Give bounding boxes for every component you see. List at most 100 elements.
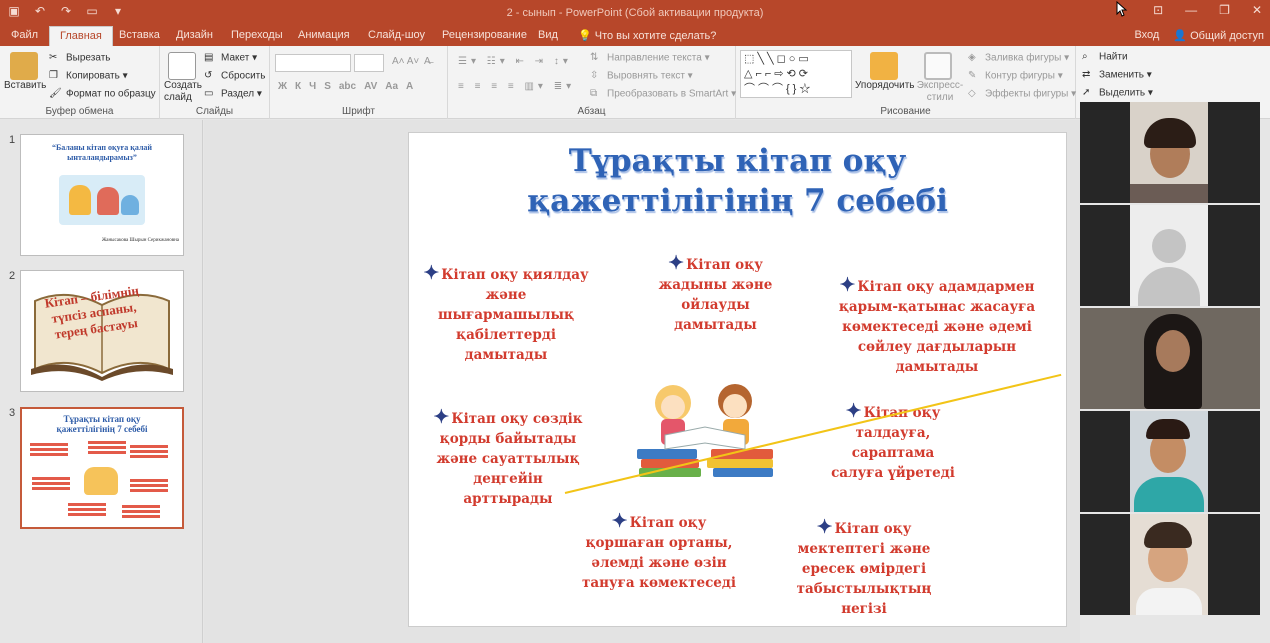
tab-transitions[interactable]: Переходы [231, 29, 283, 41]
group-label-drawing: Рисование [880, 106, 931, 117]
text-direction-button[interactable]: ⇅ Направление текста ▾ [590, 52, 710, 64]
shape-outline-button[interactable]: ✎ Контур фигуры ▾ [968, 70, 1063, 82]
shape-fill-button[interactable]: ◈ Заливка фигуры ▾ [968, 52, 1069, 64]
reason-communication[interactable]: ✦ Кітап оқу адамдармен қарым-қатынас жаса… [833, 275, 1041, 377]
bold-button[interactable]: Ж [278, 81, 287, 92]
layout-button[interactable]: ▤ Макет ▾ [204, 52, 257, 64]
font-size-input[interactable] [354, 54, 384, 72]
thumbnail-reason-line [88, 441, 126, 444]
tab-home[interactable]: Главная [49, 26, 113, 46]
close-icon[interactable]: ✕ [1252, 3, 1262, 17]
find-button[interactable]: ⌕ Найти [1082, 51, 1128, 63]
slide-thumbnails-pane: 1 “Баланы кітап оқуға қалай ынталандырам… [0, 120, 203, 643]
change-case-button[interactable]: Aa [385, 81, 398, 92]
tab-review[interactable]: Рецензирование [442, 29, 527, 41]
tab-file[interactable]: Файл [11, 29, 38, 41]
slide-title[interactable]: Тұрақты кітап оқу қажеттілігінің 7 себеб… [409, 141, 1066, 221]
smartart-icon: ⧉ [590, 88, 598, 99]
group-label-slides: Слайды [195, 106, 234, 117]
mouse-cursor-icon [1116, 1, 1128, 17]
scissors-icon: ✂ [49, 52, 58, 63]
align-buttons[interactable]: ≡ ≡ ≡ ≡ ▥▾ ≣▾ [458, 81, 575, 92]
ribbon-tabs: Файл Главная Вставка Дизайн Переходы Ани… [0, 26, 1270, 46]
thumbnail-reason-line [122, 505, 160, 508]
thumbnail-reason-line [68, 503, 106, 506]
star-bullet-icon: ✦ [433, 406, 450, 428]
share-button[interactable]: 👤 Общий доступ [1173, 29, 1264, 42]
quick-styles-icon [924, 52, 952, 80]
tab-slideshow[interactable]: Слайд-шоу [368, 29, 425, 41]
format-painter-button[interactable]: 🖌 Формат по образцу [49, 88, 156, 100]
paint-bucket-icon: ◈ [968, 52, 976, 63]
reset-button[interactable]: ↺ Сбросить [204, 70, 265, 82]
underline-button[interactable]: Ч [309, 81, 316, 92]
reason-memory[interactable]: ✦ Кітап оқу жадыны және ойлауды дамытады [653, 253, 778, 335]
star-bullet-icon: ✦ [611, 510, 628, 532]
signin-link[interactable]: Вход [1134, 29, 1159, 42]
section-icon: ▭ [204, 88, 214, 99]
reset-icon: ↺ [204, 70, 213, 81]
align-text-icon: ⇳ [590, 70, 599, 81]
reason-success[interactable]: ✦ Кітап оқу мектептегі және ересек өмірде… [793, 517, 935, 619]
reason-imagination[interactable]: ✦ Кітап оқу қиялдау және шығармашылық қаб… [421, 263, 591, 365]
participant-video[interactable] [1080, 205, 1260, 306]
participant-video[interactable] [1080, 514, 1260, 615]
shadow-button[interactable]: S [324, 81, 331, 92]
clear-formatting-icon[interactable]: A̶ [424, 56, 431, 67]
select-button[interactable]: ➚ Выделить ▾ [1082, 87, 1153, 99]
arrange-icon [870, 52, 898, 80]
slide-title-line: Тұрақты кітап оқу [568, 143, 907, 179]
participant-video[interactable] [1080, 102, 1260, 203]
slide-title-line: қажеттілігінің 7 себебі [527, 183, 948, 219]
char-spacing-button[interactable]: AV [364, 81, 377, 92]
lightbulb-icon: 💡 [578, 30, 592, 42]
group-slides: Создать слайд ▤ Макет ▾ ↺ Сбросить ▭ Раздел… [160, 46, 270, 119]
slide-thumbnail-3[interactable]: Тұрақты кітап оқу қажеттілігінің 7 себеб… [20, 407, 184, 529]
minimize-icon[interactable]: — [1185, 3, 1197, 17]
thumbnail-reason-line [130, 479, 168, 482]
current-slide[interactable]: Тұрақты кітап оқу қажеттілігінің 7 себеб… [408, 132, 1067, 627]
tab-insert[interactable]: Вставка [119, 29, 160, 41]
star-bullet-icon: ✦ [816, 516, 833, 538]
font-color-button[interactable]: A [406, 81, 413, 92]
restore-icon[interactable]: ❐ [1219, 3, 1230, 17]
tell-me-search[interactable]: 💡 Что вы хотите сделать? [578, 29, 716, 42]
tab-view[interactable]: Вид [538, 29, 558, 41]
new-slide-button[interactable]: Создать слайд [164, 80, 202, 104]
arrange-button[interactable]: Упорядочить [855, 80, 915, 91]
quick-styles-button[interactable]: Экспресс-стили [916, 80, 964, 104]
group-label-clipboard: Буфер обмена [45, 106, 114, 117]
account-area: Вход 👤 Общий доступ [1134, 29, 1264, 42]
font-grow-shrink-icon[interactable]: A˄ A˅ [392, 56, 419, 67]
cut-button[interactable]: ✂ Вырезать [49, 52, 110, 64]
reason-world[interactable]: ✦ Кітап оқу қоршаған ортаны, әлемді және … [579, 511, 739, 593]
star-bullet-icon: ✦ [423, 262, 440, 284]
window-controls: ⊡ — ❐ ✕ [1153, 3, 1262, 17]
tab-animations[interactable]: Анимация [298, 29, 350, 41]
children-reading-image[interactable] [637, 375, 775, 479]
section-button[interactable]: ▭ Раздел ▾ [204, 88, 262, 100]
replace-button[interactable]: ⇄ Заменить ▾ [1082, 69, 1152, 81]
shape-effects-button[interactable]: ◇ Эффекты фигуры ▾ [968, 88, 1076, 100]
font-family-input[interactable] [275, 54, 351, 72]
thumbnail-title: “Баланы кітап оқуға қалай ынталандырамыз… [51, 143, 153, 162]
slide-thumbnail-1[interactable]: “Баланы кітап оқуға қалай ынталандырамыз… [20, 134, 184, 256]
star-bullet-icon: ✦ [845, 400, 862, 422]
shapes-row: ⌒⌒⌒{}☆ [744, 83, 814, 95]
align-text-button[interactable]: ⇳ Выровнять текст ▾ [590, 70, 693, 82]
tab-design[interactable]: Дизайн [176, 29, 213, 41]
strikethrough-button[interactable]: abc [339, 81, 356, 92]
shapes-gallery[interactable]: ⬚╲╲◻○▭ △⌐⌐⇨⟲⟳ ⌒⌒⌒{}☆ [740, 50, 852, 98]
copy-button[interactable]: ❐ Копировать ▾ [49, 70, 128, 82]
participant-video[interactable] [1080, 308, 1260, 409]
participant-video[interactable] [1080, 411, 1260, 512]
italic-button[interactable]: К [295, 81, 301, 92]
smartart-button[interactable]: ⧉ Преобразовать в SmartArt ▾ [590, 88, 736, 100]
reason-vocabulary[interactable]: ✦ Кітап оқу сөздік қорды байытады және са… [429, 407, 587, 509]
thumbnail-reason-line [32, 477, 70, 480]
replace-icon: ⇄ [1082, 69, 1091, 80]
slide-thumbnail-2[interactable]: Кітап – білімнің түпсіз аспаны, терең ба… [20, 270, 184, 392]
list-buttons[interactable]: ☰▾ ☷▾ ⇤ ⇥ ↕▾ [458, 56, 572, 67]
ribbon-display-options-icon[interactable]: ⊡ [1153, 3, 1163, 17]
paste-button[interactable]: Вставить [4, 80, 46, 91]
